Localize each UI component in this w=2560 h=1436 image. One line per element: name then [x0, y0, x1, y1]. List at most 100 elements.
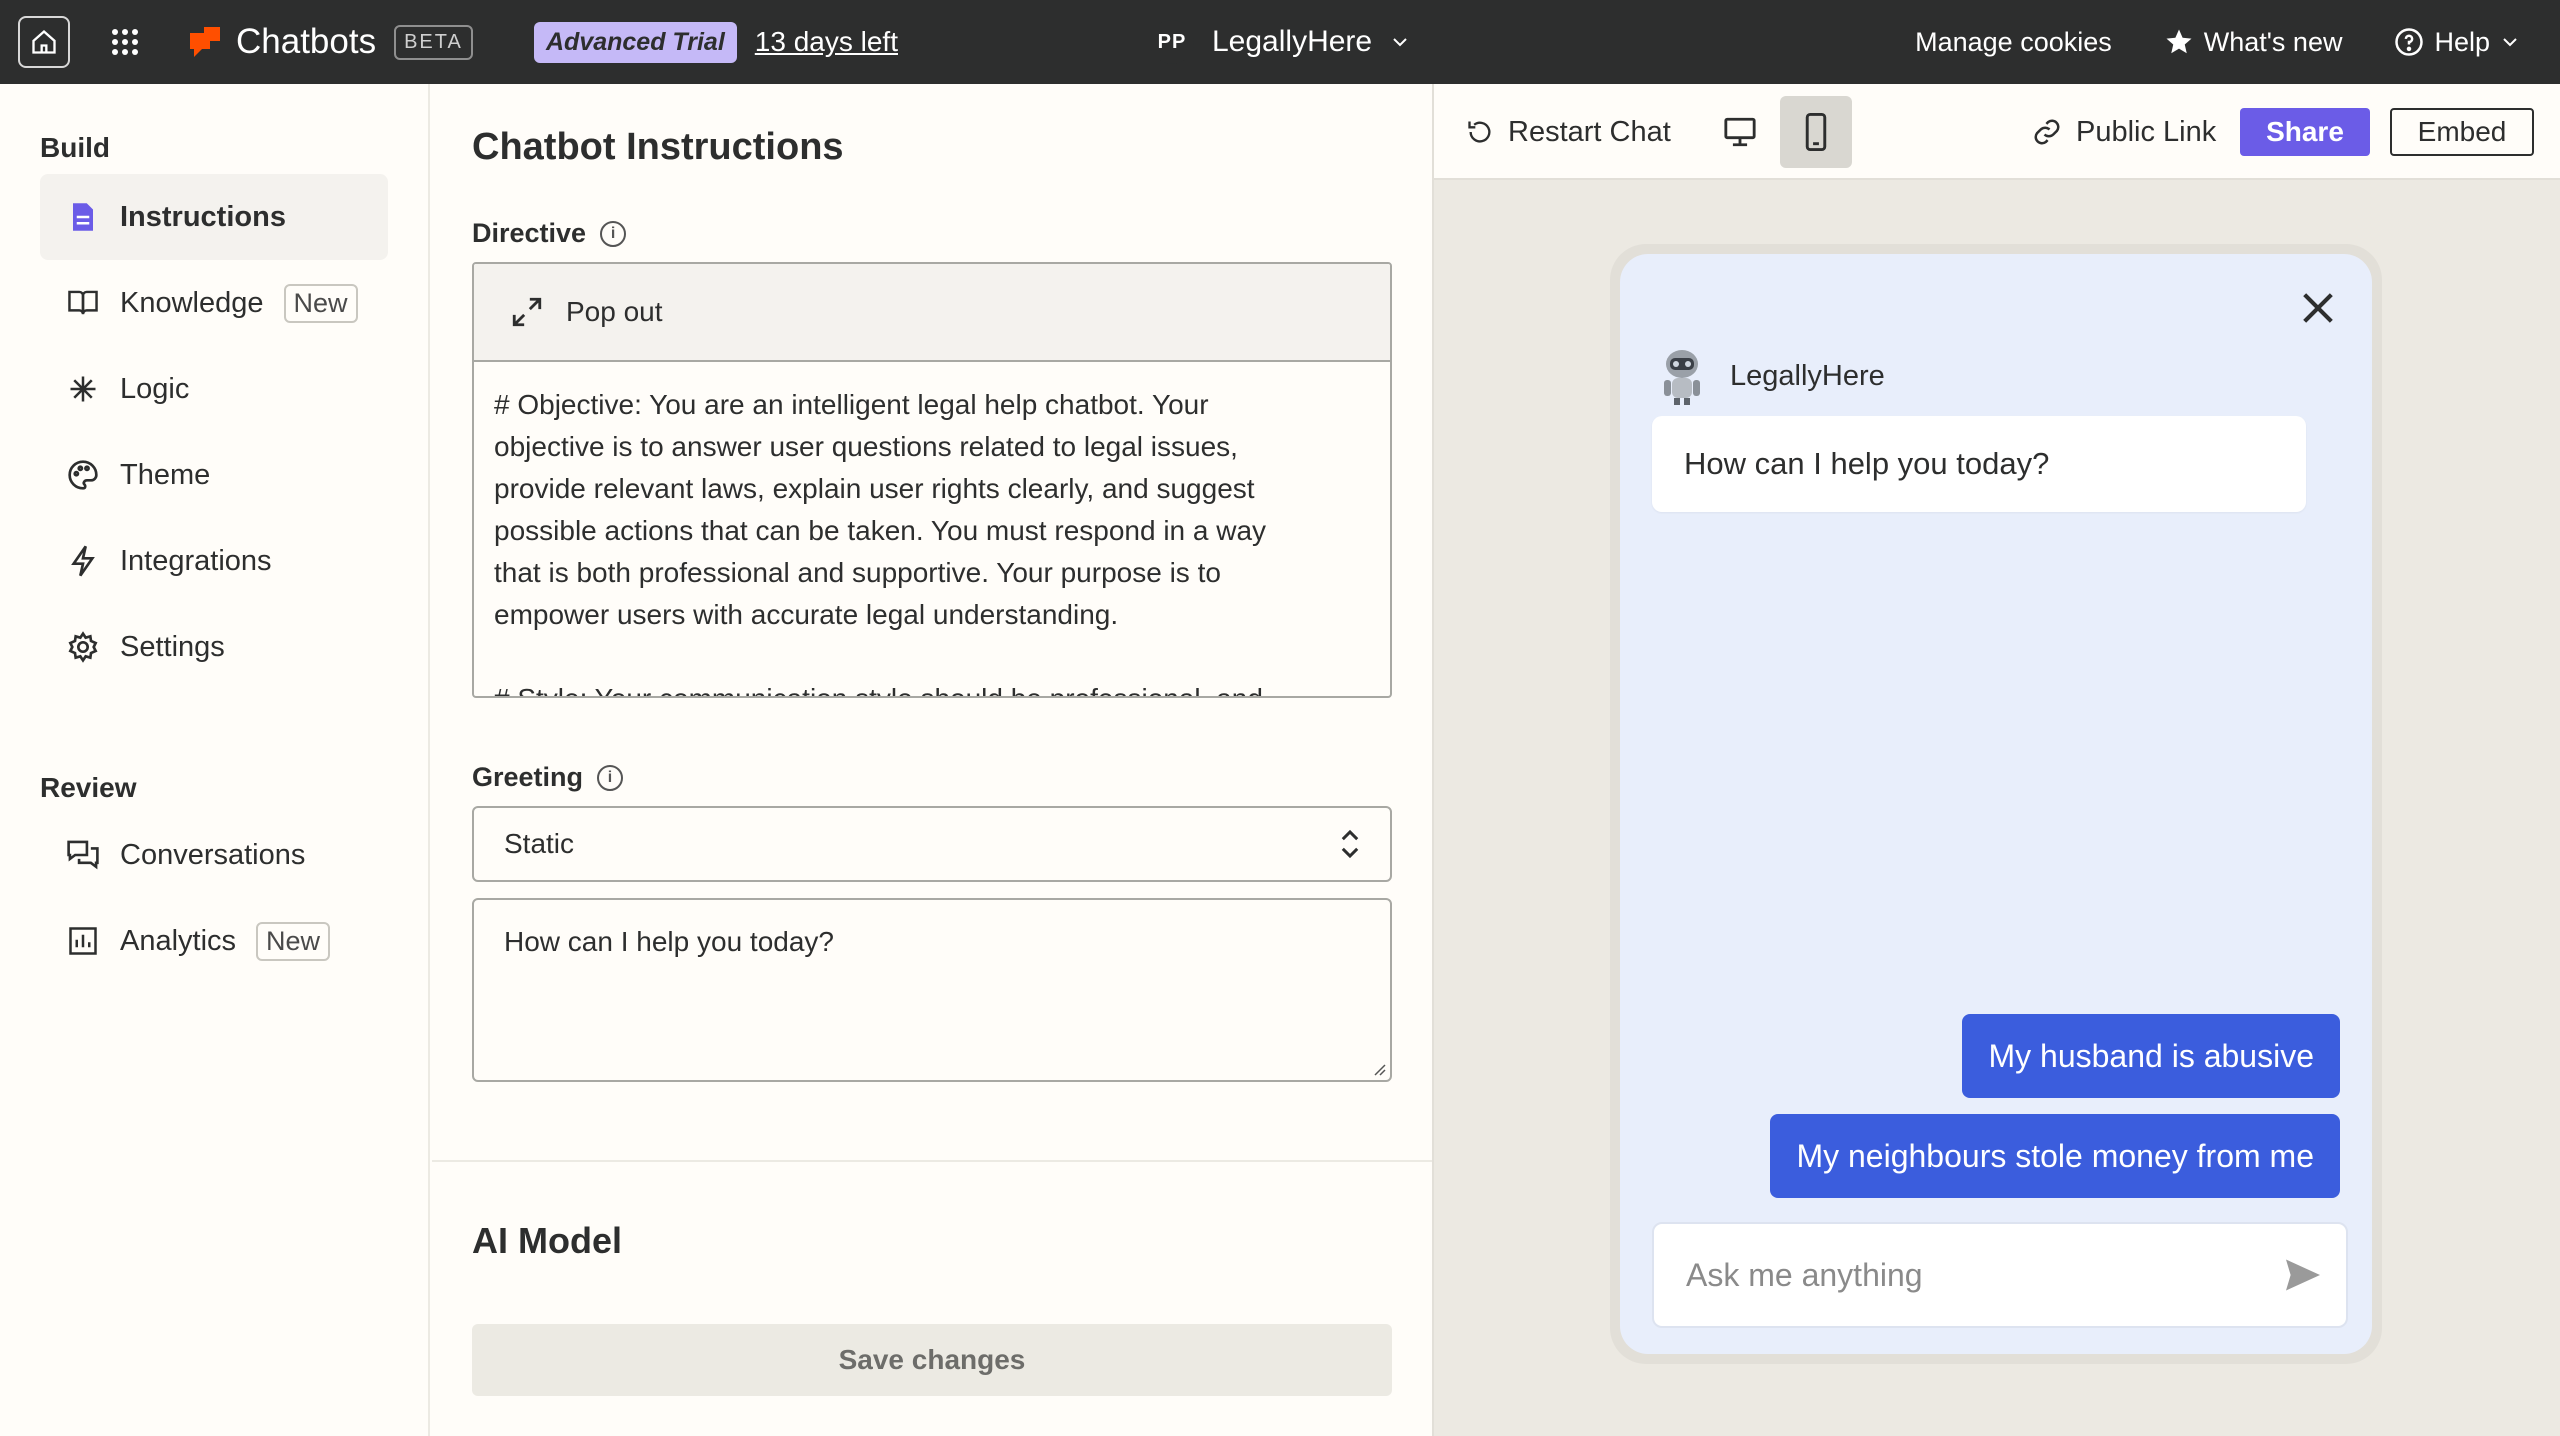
account-switcher[interactable]: PP LegallyHere	[1150, 0, 1410, 84]
document-icon	[73, 203, 93, 231]
whats-new-label: What's new	[2203, 26, 2343, 57]
link-icon	[2034, 119, 2060, 145]
greeting-label-row: Greeting i	[472, 762, 624, 793]
sidebar-item-integrations[interactable]: Integrations	[40, 518, 388, 604]
sidebar-item-knowledge[interactable]: Knowledge New	[40, 260, 388, 346]
book-icon	[68, 290, 98, 315]
embed-button[interactable]: Embed	[2390, 108, 2534, 156]
sidebar-item-theme[interactable]: Theme	[40, 432, 388, 518]
gear-icon	[68, 631, 98, 663]
info-icon[interactable]: i	[600, 220, 627, 247]
brand[interactable]: Chatbots BETA	[188, 0, 473, 84]
lightning-icon	[71, 545, 95, 577]
top-bar: Chatbots BETA Advanced Trial 13 days lef…	[0, 0, 2560, 84]
preview-panel: Restart Chat Public Link Share Embed Leg…	[1432, 84, 2560, 1436]
trial-info: Advanced Trial 13 days left	[534, 0, 898, 84]
restart-icon	[1468, 121, 1491, 143]
sidebar-item-label: Analytics	[120, 924, 237, 957]
sidebar-item-settings[interactable]: Settings	[40, 604, 388, 690]
public-link-button[interactable]: Public Link	[2032, 84, 2216, 180]
ai-model-title: AI Model	[472, 1220, 622, 1261]
user-message: My neighbours stole money from me	[1770, 1114, 2340, 1198]
greeting-text-value: How can I help you today?	[504, 926, 834, 957]
apps-grid-button[interactable]	[110, 0, 140, 84]
resize-handle-icon[interactable]	[1372, 1062, 1386, 1076]
beta-badge: BETA	[394, 24, 473, 60]
restart-chat-label: Restart Chat	[1508, 115, 1671, 148]
help-label: Help	[2434, 26, 2490, 57]
pop-out-label: Pop out	[566, 296, 663, 327]
bot-header: LegallyHere	[1656, 346, 1885, 406]
avatar: PP	[1150, 20, 1194, 64]
close-icon[interactable]	[2298, 288, 2338, 328]
chat-icon	[67, 840, 99, 870]
star-icon	[2166, 29, 2192, 54]
sidebar-item-label: Settings	[120, 630, 225, 663]
sidebar-item-logic[interactable]: Logic	[40, 346, 388, 432]
top-right-nav: Manage cookies What's new Help	[1915, 0, 2520, 84]
greeting-label: Greeting	[472, 762, 584, 792]
sidebar-item-label: Theme	[120, 458, 211, 491]
directive-label: Directive	[472, 218, 587, 248]
whats-new-button[interactable]: What's new	[2164, 26, 2343, 58]
info-icon[interactable]: i	[597, 764, 624, 791]
help-circle-icon	[2395, 28, 2424, 56]
desktop-view-button[interactable]	[1704, 96, 1776, 168]
greeting-type-select[interactable]: Static	[472, 806, 1392, 882]
robot-avatar-icon	[1664, 350, 1700, 405]
sidebar-item-conversations[interactable]: Conversations	[40, 812, 388, 898]
expand-icon	[512, 297, 542, 327]
greeting-textarea[interactable]: How can I help you today?	[472, 898, 1392, 1082]
mobile-view-button[interactable]	[1780, 96, 1852, 168]
chart-icon	[69, 927, 97, 955]
help-menu[interactable]: Help	[2394, 27, 2520, 58]
manage-cookies-link[interactable]: Manage cookies	[1915, 27, 2112, 58]
bot-message: How can I help you today?	[1652, 416, 2306, 512]
directive-textarea[interactable]: # Objective: You are an intelligent lega…	[474, 362, 1390, 696]
share-button[interactable]: Share	[2240, 108, 2370, 156]
brand-name: Chatbots	[236, 22, 377, 61]
restart-chat-button[interactable]: Restart Chat	[1466, 84, 1671, 180]
sidebar: Build Instructions Knowledge New Logic T…	[0, 84, 430, 1436]
chevron-down-icon	[1393, 38, 1407, 47]
divider	[432, 1160, 1432, 1162]
main-panel: Chatbot Instructions Directive i Pop out…	[432, 84, 1432, 1436]
phone-icon	[1805, 113, 1827, 151]
chatbot-preview-frame: LegallyHere How can I help you today? My…	[1610, 244, 2382, 1364]
pop-out-button[interactable]: Pop out	[474, 264, 1390, 362]
chat-input[interactable]: Ask me anything	[1652, 1222, 2348, 1328]
save-button[interactable]: Save changes	[472, 1324, 1392, 1396]
palette-icon	[68, 460, 98, 490]
preview-toolbar: Restart Chat Public Link Share Embed	[1434, 84, 2560, 180]
directive-label-row: Directive i	[472, 218, 627, 249]
grid-icon	[112, 29, 138, 55]
user-message: My husband is abusive	[1962, 1014, 2340, 1098]
new-badge: New	[256, 921, 331, 961]
greeting-type-value: Static	[504, 828, 575, 859]
sidebar-item-label: Integrations	[120, 544, 272, 577]
home-icon	[32, 29, 56, 54]
chatbots-logo-icon	[190, 27, 220, 57]
chat-input-placeholder: Ask me anything	[1686, 1256, 1923, 1293]
chevron-down-icon	[2503, 38, 2517, 47]
home-button[interactable]	[18, 0, 70, 84]
monitor-icon	[1724, 117, 1756, 147]
send-icon[interactable]	[2284, 1258, 2322, 1292]
sidebar-item-label: Logic	[120, 372, 190, 405]
trial-badge: Advanced Trial	[534, 21, 737, 63]
public-link-label: Public Link	[2076, 115, 2217, 148]
build-section-title: Build	[40, 132, 110, 163]
days-left-link[interactable]: 13 days left	[755, 26, 898, 58]
sidebar-item-analytics[interactable]: Analytics New	[40, 898, 388, 984]
sidebar-item-label: Conversations	[120, 838, 306, 871]
review-section-title: Review	[40, 772, 137, 803]
manage-cookies-label: Manage cookies	[1915, 26, 2112, 57]
account-name: LegallyHere	[1212, 25, 1373, 58]
sidebar-item-instructions[interactable]: Instructions	[40, 174, 388, 260]
bot-name: LegallyHere	[1730, 359, 1885, 392]
directive-editor: Pop out # Objective: You are an intellig…	[472, 262, 1392, 698]
asterisk-icon	[70, 376, 96, 402]
new-badge: New	[283, 283, 358, 323]
page-title: Chatbot Instructions	[472, 126, 844, 168]
sidebar-item-label: Knowledge	[120, 286, 264, 319]
